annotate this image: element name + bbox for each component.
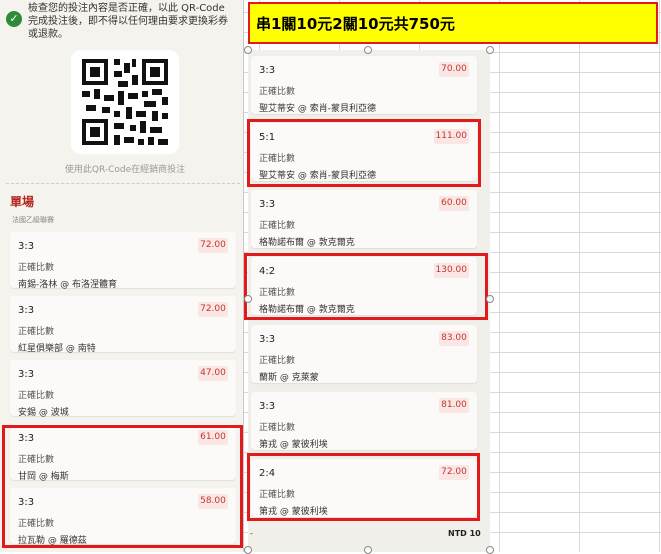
qr-caption: 使用此QR-Code在經銷商投注 [64, 165, 186, 175]
bet-match: 格勒諾布爾 @ 敦克爾克 [259, 238, 355, 248]
resize-handle[interactable] [486, 46, 494, 54]
bet-card[interactable]: 3:3 72.00 正確比數 南錫-洛林 @ 布洛涅體育 [10, 232, 236, 290]
bet-market: 正確比數 [18, 391, 55, 401]
check-circle-icon: ✓ [6, 11, 22, 27]
confirmation-notice: ✓ 檢查您的投注內容是否正確，以此 QR-Code 完成投注後，即不得以任何理由… [6, 2, 236, 41]
bet-score: 3:3 [259, 199, 276, 210]
section-title: 單場 [10, 195, 35, 209]
bet-card[interactable]: 3:3 47.00 正確比數 安錫 @ 波城 [10, 360, 236, 418]
resize-handle[interactable] [486, 295, 494, 303]
bet-market: 正確比數 [259, 423, 296, 433]
qr-code-container [71, 50, 179, 154]
bet-match: 蘭斯 @ 克萊蒙 [259, 373, 319, 383]
resize-handle[interactable] [244, 46, 252, 54]
bet-market: 正確比數 [18, 263, 55, 273]
bet-match: 聖艾蒂安 @ 索肖-蒙貝利亞德 [259, 104, 376, 114]
bet-market: 正確比數 [18, 327, 55, 337]
bet-market: 正確比數 [259, 356, 296, 366]
bet-card[interactable]: 3:3 72.00 正確比數 紅星俱樂部 @ 南特 [10, 296, 236, 354]
divider [6, 183, 240, 184]
resize-handle[interactable] [244, 546, 252, 554]
bet-match: 紅星俱樂部 @ 南特 [18, 344, 96, 354]
highlight-box[interactable] [247, 119, 481, 187]
bet-score: 3:3 [259, 334, 276, 345]
bet-score: 3:3 [259, 65, 276, 76]
resize-handle[interactable] [364, 46, 372, 54]
bet-score: 3:3 [259, 401, 276, 412]
bet-match: 南錫-洛林 @ 布洛涅體育 [18, 280, 117, 290]
bet-card[interactable]: 3:3 70.00 正確比數 聖艾蒂安 @ 索肖-蒙貝利亞德 [251, 56, 477, 114]
annotation-textbox[interactable]: 串1關10元2關10元共750元 [248, 2, 658, 44]
league-name: 法國乙級聯賽 [12, 216, 54, 224]
bet-market: 正確比數 [259, 87, 296, 97]
resize-handle[interactable] [486, 546, 494, 554]
bet-card[interactable]: 3:3 60.00 正確比數 格勒諾布爾 @ 敦克爾克 [251, 190, 477, 248]
resize-handle[interactable] [244, 295, 252, 303]
stake-total: NTD 10 [448, 529, 481, 538]
annotation-text: 串1關10元2關10元共750元 [256, 15, 455, 33]
bet-card[interactable]: 3:3 83.00 正確比數 蘭斯 @ 克萊蒙 [251, 325, 477, 383]
highlight-box[interactable] [244, 253, 488, 320]
odds-badge: 47.00 [198, 366, 228, 381]
highlight-box[interactable] [2, 425, 243, 548]
bet-match: 安錫 @ 波城 [18, 408, 69, 418]
odds-badge: 83.00 [439, 331, 469, 346]
odds-badge: 72.00 [198, 238, 228, 253]
odds-badge: 60.00 [439, 196, 469, 211]
odds-badge: 81.00 [439, 398, 469, 413]
footer-left: - [250, 529, 253, 538]
bet-score: 3:3 [18, 369, 35, 380]
bet-card[interactable]: 3:3 81.00 正確比數 第戎 @ 蒙彼利埃 [251, 392, 477, 450]
bet-score: 3:3 [18, 241, 35, 252]
odds-badge: 72.00 [198, 302, 228, 317]
qr-code-icon [71, 50, 179, 154]
bet-match: 第戎 @ 蒙彼利埃 [259, 440, 328, 450]
bet-market: 正確比數 [259, 221, 296, 231]
notice-text: 檢查您的投注內容是否正確，以此 QR-Code 完成投注後，即不得以任何理由要求… [28, 3, 228, 40]
highlight-box[interactable] [247, 453, 480, 521]
bet-score: 3:3 [18, 305, 35, 316]
resize-handle[interactable] [364, 546, 372, 554]
odds-badge: 70.00 [439, 62, 469, 77]
